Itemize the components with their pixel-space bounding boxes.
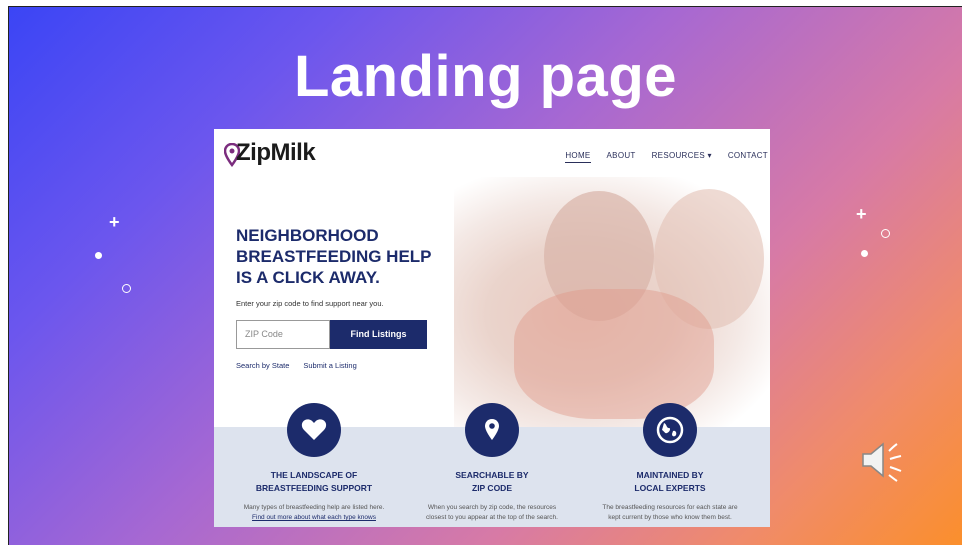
feature-title: SEARCHABLE BY ZIP CODE	[412, 469, 572, 495]
feature-title-line: BREASTFEEDING SUPPORT	[255, 483, 373, 493]
heart-icon	[287, 403, 341, 457]
sparkle-ring-icon	[881, 229, 890, 238]
zip-code-input[interactable]: ZIP Code	[236, 320, 330, 349]
nav-about[interactable]: ABOUT	[607, 151, 636, 163]
nav-home[interactable]: HOME	[565, 151, 591, 163]
feature-desc-link[interactable]: Find out more about what each type knows	[224, 513, 404, 523]
logo-text: ZipMilk	[236, 139, 316, 166]
feature-desc-line: closest to you appear at the top of the …	[426, 514, 558, 521]
feature-title-line: THE LANDSCAPE OF	[270, 470, 358, 480]
feature-desc-line: kept current by those who know them best…	[608, 514, 732, 521]
sparkle-dot-icon	[861, 250, 868, 257]
feature-title-line: ZIP CODE	[472, 483, 512, 493]
site-logo[interactable]: ZipMilk	[224, 139, 316, 167]
submit-listing-link[interactable]: Submit a Listing	[303, 361, 356, 370]
hero-links: Search by State Submit a Listing	[236, 361, 357, 370]
location-pin-icon	[465, 403, 519, 457]
globe-icon	[643, 403, 697, 457]
headline-line: BREASTFEEDING HELP	[236, 247, 432, 266]
headline-line: IS A CLICK AWAY.	[236, 268, 380, 287]
hero-headline: NEIGHBORHOOD BREASTFEEDING HELP IS A CLI…	[236, 225, 476, 288]
feature-title: THE LANDSCAPE OF BREASTFEEDING SUPPORT	[234, 469, 394, 495]
website-screenshot: ZipMilk HOME ABOUT RESOURCES ▾ CONTACT N…	[214, 129, 770, 527]
feature-desc: When you search by zip code, the resourc…	[402, 503, 582, 523]
search-by-state-link[interactable]: Search by State	[236, 361, 289, 370]
find-listings-button[interactable]: Find Listings	[330, 320, 427, 349]
feature-title-line: LOCAL EXPERTS	[634, 483, 706, 493]
nav-contact[interactable]: CONTACT	[728, 151, 768, 163]
sparkle-ring-icon	[122, 284, 131, 293]
hero-photo-blanket	[514, 289, 714, 419]
features-band: THE LANDSCAPE OF BREASTFEEDING SUPPORT M…	[214, 403, 770, 527]
feature-desc-line: Many types of breastfeeding help are lis…	[243, 504, 385, 511]
feature-desc: The breastfeeding resources for each sta…	[580, 503, 760, 523]
sparkle-dot-icon	[95, 252, 102, 259]
sparkle-plus-icon: +	[109, 212, 120, 232]
feature-title-line: MAINTAINED BY	[636, 470, 704, 480]
feature-desc-line: The breastfeeding resources for each sta…	[602, 504, 738, 511]
slide-title: Landing page	[294, 44, 677, 109]
hero-subtext: Enter your zip code to find support near…	[236, 299, 384, 308]
headline-line: NEIGHBORHOOD	[236, 226, 379, 245]
feature-desc-line: When you search by zip code, the resourc…	[427, 504, 557, 511]
feature-title: MAINTAINED BY LOCAL EXPERTS	[590, 469, 750, 495]
feature-title-line: SEARCHABLE BY	[455, 470, 529, 480]
feature-desc: Many types of breastfeeding help are lis…	[224, 503, 404, 523]
site-nav: HOME ABOUT RESOURCES ▾ CONTACT	[565, 151, 768, 163]
sparkle-plus-icon: +	[856, 204, 867, 224]
speaker-icon[interactable]	[859, 437, 911, 483]
slide: Landing page + + ZipMilk HOME ABOUT RESO…	[8, 6, 962, 545]
nav-resources[interactable]: RESOURCES ▾	[652, 151, 712, 163]
